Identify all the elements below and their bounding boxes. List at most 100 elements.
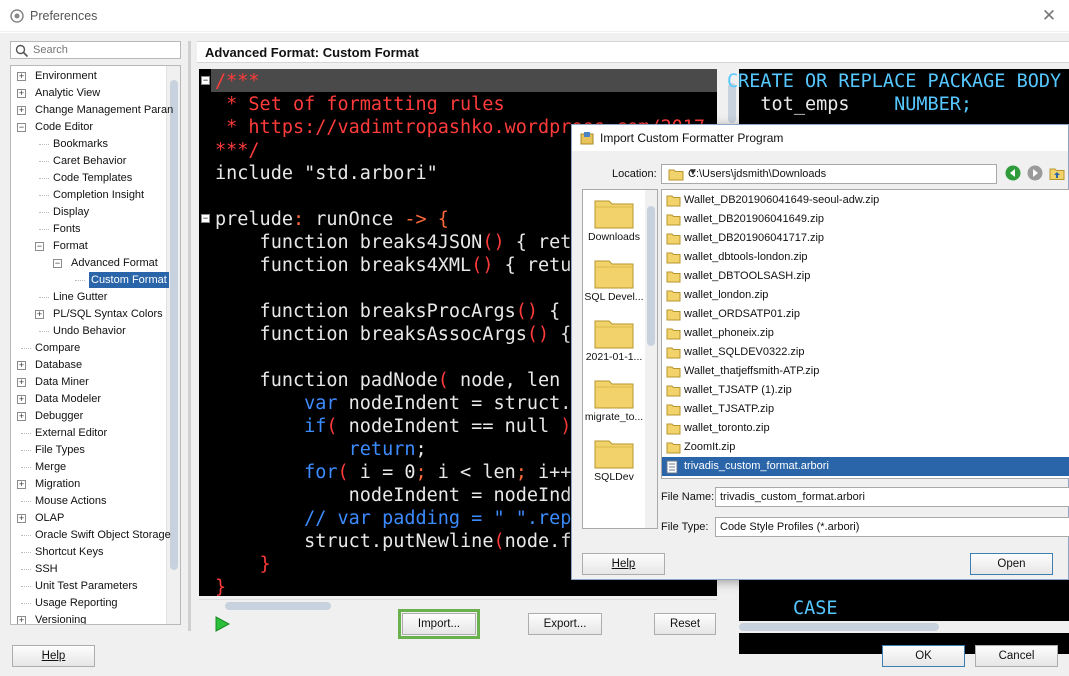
- place-item[interactable]: SQLDev: [583, 436, 645, 483]
- file-row[interactable]: Wallet_thatjeffsmith-ATP.zip: [662, 362, 1069, 381]
- tree-item-completion-insight[interactable]: Completion Insight: [11, 187, 166, 203]
- up-folder-icon[interactable]: [1049, 165, 1065, 181]
- tree-item-oracle-swift-object-storage[interactable]: Oracle Swift Object Storage: [11, 527, 171, 543]
- places-scrollbar[interactable]: [645, 190, 657, 528]
- search-box[interactable]: [10, 41, 181, 59]
- place-item[interactable]: 2021-01-1...: [583, 316, 645, 363]
- tree-item-pl-sql-syntax-colors[interactable]: + PL/SQL Syntax Colors: [11, 306, 166, 322]
- file-row[interactable]: wallet_DB201906041649.zip: [662, 210, 1069, 229]
- tree-item-caret-behavior[interactable]: Caret Behavior: [11, 153, 166, 169]
- file-name: wallet_toronto.zip: [684, 422, 770, 434]
- import-button[interactable]: Import...: [398, 609, 480, 639]
- file-name-label: File Name:: [661, 491, 715, 503]
- file-row[interactable]: ZoomIt.zip: [662, 438, 1069, 457]
- file-type-select[interactable]: Code Style Profiles (*.arbori): [715, 517, 1069, 537]
- export-button[interactable]: Export...: [528, 613, 602, 635]
- expand-icon[interactable]: +: [17, 395, 26, 404]
- tree-item-external-editor[interactable]: External Editor: [11, 425, 166, 441]
- tree-item-database[interactable]: + Database: [11, 357, 166, 373]
- search-input[interactable]: [33, 43, 178, 57]
- tree-item-merge[interactable]: Merge: [11, 459, 166, 475]
- tree-item-line-gutter[interactable]: Line Gutter: [11, 289, 166, 305]
- expand-icon[interactable]: +: [17, 616, 26, 624]
- open-button[interactable]: Open: [970, 553, 1053, 575]
- tree-item-code-templates[interactable]: Code Templates: [11, 170, 166, 186]
- tree-item-code-editor[interactable]: − Code Editor: [11, 119, 166, 135]
- file-row[interactable]: wallet_ORDSATP01.zip: [662, 305, 1069, 324]
- fold-marker[interactable]: −: [201, 214, 210, 223]
- tree-item-compare[interactable]: Compare: [11, 340, 166, 356]
- expand-icon[interactable]: +: [17, 412, 26, 421]
- fold-marker[interactable]: −: [201, 76, 210, 85]
- file-row[interactable]: Wallet_DB201906041649-seoul-adw.zip: [662, 191, 1069, 210]
- collapse-icon[interactable]: −: [53, 259, 62, 268]
- tree-item-ssh[interactable]: SSH: [11, 561, 166, 577]
- dialog-help-button[interactable]: Help: [582, 553, 665, 575]
- file-row[interactable]: wallet_dbtools-london.zip: [662, 248, 1069, 267]
- code-line: function breaks4XML() { return: [215, 254, 594, 277]
- tree-item-mouse-actions[interactable]: Mouse Actions: [11, 493, 166, 509]
- tree-item-data-miner[interactable]: + Data Miner: [11, 374, 166, 390]
- splitter[interactable]: [188, 41, 191, 631]
- file-row[interactable]: wallet_london.zip: [662, 286, 1069, 305]
- close-icon[interactable]: ✕: [1039, 6, 1059, 26]
- tree-item-shortcut-keys[interactable]: Shortcut Keys: [11, 544, 166, 560]
- ok-button[interactable]: OK: [882, 645, 965, 667]
- expand-icon[interactable]: +: [35, 310, 44, 319]
- file-row[interactable]: wallet_DB201906041717.zip: [662, 229, 1069, 248]
- tree-item-display[interactable]: Display: [11, 204, 166, 220]
- cancel-button[interactable]: Cancel: [975, 645, 1058, 667]
- tree-item-bookmarks[interactable]: Bookmarks: [11, 136, 166, 152]
- expand-icon[interactable]: +: [17, 72, 26, 81]
- place-item[interactable]: Downloads: [583, 196, 645, 243]
- file-row[interactable]: wallet_DBTOOLSASH.zip: [662, 267, 1069, 286]
- location-combo[interactable]: C:\Users\jdsmith\Downloads ▼: [661, 164, 997, 184]
- file-row[interactable]: wallet_SQLDEV0322.zip: [662, 343, 1069, 362]
- tree-item-label: Environment: [35, 70, 97, 82]
- expand-icon[interactable]: +: [17, 89, 26, 98]
- tree-item-undo-behavior[interactable]: Undo Behavior: [11, 323, 166, 339]
- place-item[interactable]: SQL Devel...: [583, 256, 645, 303]
- tree-item-label: Versioning: [35, 614, 87, 625]
- tree-item-data-modeler[interactable]: + Data Modeler: [11, 391, 166, 407]
- tree-item-advanced-format[interactable]: − Advanced Format: [11, 255, 166, 271]
- place-item[interactable]: migrate_to...: [583, 376, 645, 423]
- file-row[interactable]: wallet_TJSATP (1).zip: [662, 381, 1069, 400]
- collapse-icon[interactable]: −: [35, 242, 44, 251]
- tree-item-olap[interactable]: + OLAP: [11, 510, 166, 526]
- expand-icon[interactable]: +: [17, 106, 26, 115]
- tree-item-analytic-view[interactable]: + Analytic View: [11, 85, 166, 101]
- back-icon[interactable]: [1005, 165, 1021, 181]
- tree-item-migration[interactable]: + Migration: [11, 476, 166, 492]
- tree-item-debugger[interactable]: + Debugger: [11, 408, 166, 424]
- run-icon[interactable]: [213, 615, 231, 633]
- tree-item-change-management-paran[interactable]: + Change Management Paran: [11, 102, 173, 118]
- code-token: (: [326, 416, 338, 437]
- collapse-icon[interactable]: −: [17, 123, 26, 132]
- file-row[interactable]: trivadis_custom_format.arbori: [662, 457, 1069, 476]
- expand-icon[interactable]: +: [17, 514, 26, 523]
- tree-item-unit-test-parameters[interactable]: Unit Test Parameters: [11, 578, 166, 594]
- editor-hscrollbar[interactable]: [199, 599, 717, 611]
- help-button[interactable]: Help: [12, 645, 95, 667]
- window-titlebar: Preferences ✕: [0, 0, 1069, 32]
- preview-hscrollbar[interactable]: [725, 621, 1069, 633]
- tree-item-fonts[interactable]: Fonts: [11, 221, 166, 237]
- expand-icon[interactable]: +: [17, 378, 26, 387]
- file-row[interactable]: wallet_TJSATP.zip: [662, 400, 1069, 419]
- tree-item-format[interactable]: − Format: [11, 238, 166, 254]
- expand-icon[interactable]: +: [17, 480, 26, 489]
- code-token: (: [337, 462, 349, 483]
- tree-item-custom-format[interactable]: Custom Format: [11, 272, 169, 288]
- expand-icon[interactable]: +: [17, 361, 26, 370]
- file-row[interactable]: wallet_phoneix.zip: [662, 324, 1069, 343]
- tree-item-versioning[interactable]: + Versioning: [11, 612, 166, 625]
- file-name-input[interactable]: trivadis_custom_format.arbori: [715, 487, 1069, 507]
- tree-item-usage-reporting[interactable]: Usage Reporting: [11, 595, 166, 611]
- tree-item-file-types[interactable]: File Types: [11, 442, 166, 458]
- file-row[interactable]: wallet_toronto.zip: [662, 419, 1069, 438]
- folder-icon: [666, 252, 681, 264]
- reset-button[interactable]: Reset: [654, 613, 716, 635]
- tree-item-environment[interactable]: + Environment: [11, 68, 166, 84]
- forward-icon[interactable]: [1027, 165, 1043, 181]
